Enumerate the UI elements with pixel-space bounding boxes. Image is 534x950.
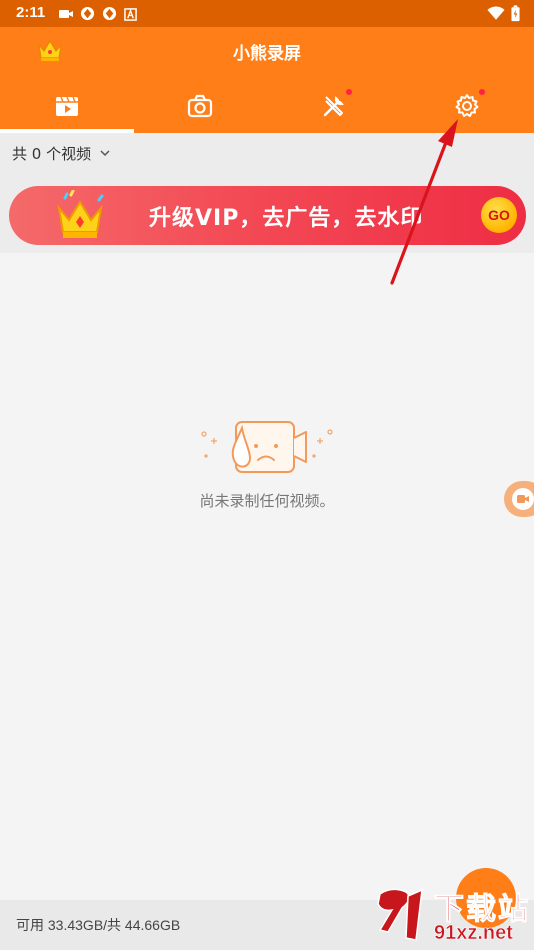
chevron-down-icon (100, 150, 110, 157)
sync-icon (102, 6, 117, 21)
watermark-logo-icon (377, 888, 423, 941)
wifi-icon (487, 6, 505, 25)
go-button[interactable]: GO (481, 197, 517, 233)
sync-icon (80, 6, 95, 21)
tab-screenshots[interactable] (134, 79, 268, 133)
crown-icon (57, 190, 104, 238)
empty-video-illustration (201, 421, 333, 473)
video-count-label: 共 0 个视频 (12, 144, 92, 163)
storage-text: 可用 33.43GB/共 44.66GB (16, 917, 181, 933)
watermark: 下载站 91xz.net (372, 882, 534, 950)
camera-icon (188, 94, 213, 118)
status-time: 2:11 (16, 4, 46, 21)
empty-message: 尚未录制任何视频。 (199, 492, 335, 510)
floating-record-button[interactable] (504, 481, 534, 517)
app-title: 小熊录屏 (233, 44, 301, 64)
battery-icon (511, 5, 520, 26)
watermark-url: 91xz.net (434, 922, 513, 945)
tools-icon (323, 96, 344, 117)
a-icon (124, 6, 139, 21)
video-icon (58, 6, 73, 20)
video-list-icon (55, 96, 78, 116)
status-bar: 2:11 (0, 0, 534, 27)
settings-badge (479, 89, 486, 95)
camera-icon (512, 488, 534, 510)
tools-badge (345, 89, 352, 95)
annotation-arrow (390, 119, 458, 285)
tab-videos[interactable] (0, 79, 134, 133)
